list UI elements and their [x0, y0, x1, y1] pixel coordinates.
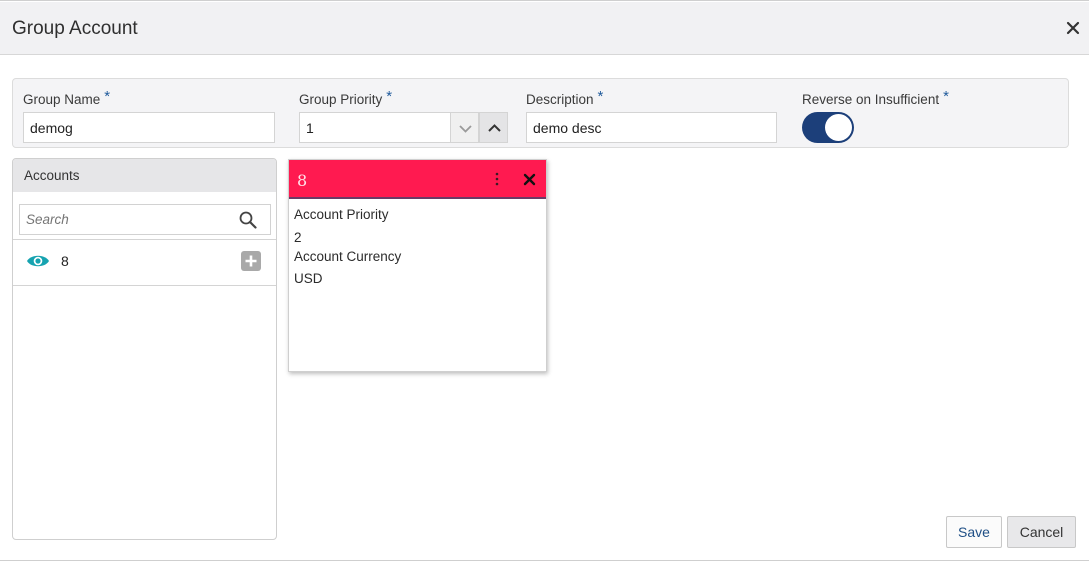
- plus-icon: [245, 255, 257, 267]
- required-marker: *: [104, 88, 111, 105]
- search-box: [19, 204, 271, 235]
- dialog-title: Group Account: [12, 18, 138, 39]
- group-priority-input[interactable]: [299, 112, 451, 143]
- description-label: Description *: [526, 88, 604, 108]
- toggle-knob: [825, 114, 852, 141]
- priority-increment-button[interactable]: [479, 112, 508, 143]
- group-name-input[interactable]: [23, 112, 275, 143]
- group-priority-label-text: Group Priority: [299, 92, 383, 107]
- group-form: Group Name* Group Priority* Description*…: [12, 78, 1069, 148]
- chevron-up-icon: [488, 124, 501, 132]
- chevron-down-icon: [459, 125, 472, 133]
- account-currency-label: Account Currency: [294, 249, 402, 264]
- required-marker: *: [597, 88, 604, 105]
- search-input[interactable]: [20, 205, 230, 234]
- account-name: 8: [61, 253, 69, 269]
- add-account-button[interactable]: [241, 251, 261, 271]
- accounts-panel: Accounts 8: [12, 158, 277, 540]
- account-priority-value: 2: [294, 230, 302, 245]
- cancel-button[interactable]: Cancel: [1007, 516, 1076, 548]
- close-icon[interactable]: [1064, 19, 1082, 37]
- account-card: 8 Account Priority 2 Account Currency US…: [288, 159, 547, 372]
- required-marker: *: [943, 88, 949, 105]
- reverse-on-insufficient-label: Reverse on Insufficient *: [802, 88, 949, 108]
- group-priority-label: Group Priority *: [299, 88, 393, 108]
- account-priority-label: Account Priority: [294, 207, 389, 222]
- priority-decrement-button[interactable]: [450, 112, 479, 143]
- close-icon[interactable]: [523, 173, 536, 186]
- account-currency-value: USD: [294, 271, 323, 286]
- search-icon[interactable]: [238, 210, 258, 230]
- list-item[interactable]: 8: [13, 241, 276, 285]
- accounts-title: Accounts: [24, 168, 80, 183]
- reverse-on-insufficient-toggle[interactable]: [802, 112, 854, 143]
- required-marker: *: [386, 88, 393, 105]
- description-label-text: Description: [526, 92, 594, 107]
- group-name-label-text: Group Name: [23, 92, 101, 107]
- divider: [13, 285, 276, 286]
- dialog-header: Group Account: [0, 2, 1089, 55]
- group-name-label: Group Name *: [23, 88, 111, 108]
- reverse-label-text: Reverse on Insufficient: [802, 92, 940, 107]
- save-button[interactable]: Save: [946, 516, 1002, 548]
- description-input[interactable]: [526, 112, 777, 143]
- divider: [13, 239, 276, 240]
- eye-icon[interactable]: [26, 252, 50, 270]
- account-card-header: 8: [289, 160, 546, 199]
- accounts-header: Accounts: [13, 159, 276, 192]
- group-account-dialog: Group Account Group Name* Group Priority…: [0, 0, 1089, 561]
- more-options-icon[interactable]: [493, 171, 501, 187]
- account-card-title: 8: [297, 171, 308, 190]
